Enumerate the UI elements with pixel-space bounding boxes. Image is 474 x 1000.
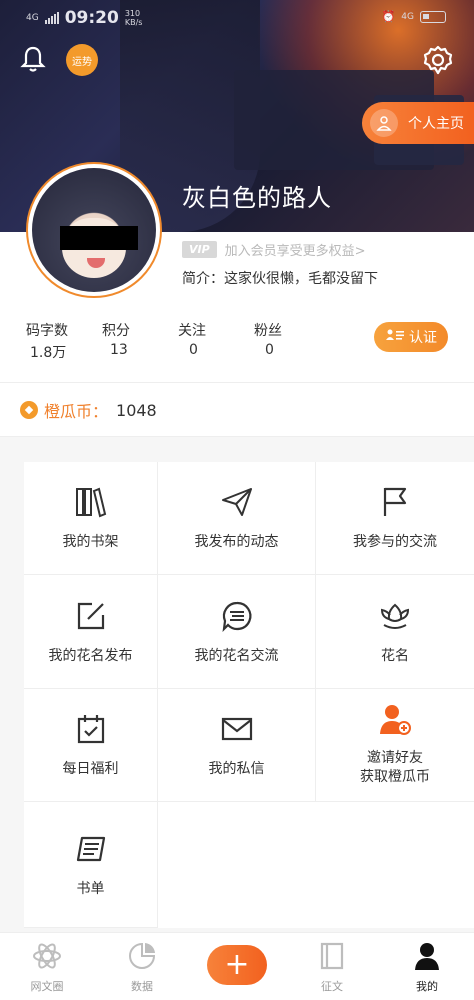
network-speed: 310 KB/s — [124, 9, 143, 27]
calendar-check-icon — [74, 712, 108, 746]
stat-value: 0 — [265, 342, 274, 358]
bell-icon[interactable] — [18, 44, 48, 74]
alarm-icon: ⏰ — [381, 10, 396, 23]
menu-invite-friends[interactable]: 邀请好友 获取橙瓜币 — [316, 689, 474, 802]
tab-web-literature-circle[interactable]: 网文圈 — [17, 941, 77, 994]
invite-user-icon — [378, 703, 412, 737]
coin-value: 1048 — [116, 400, 157, 420]
coin-balance[interactable]: 橙瓜币： 1048 — [20, 398, 157, 422]
edit-square-icon — [74, 599, 108, 633]
atom-icon — [32, 941, 62, 974]
stat-label: 码字数 — [26, 323, 68, 339]
username: 灰白色的路人 — [182, 184, 332, 212]
menu-label: 我的书架 — [62, 534, 119, 550]
envelope-icon — [220, 712, 254, 746]
tab-label: 我的 — [416, 980, 438, 993]
certify-button[interactable]: 认证 — [374, 322, 448, 352]
paper-plane-icon — [220, 485, 254, 519]
menu-pen-name[interactable]: 花名 — [316, 575, 474, 689]
stat-following[interactable]: 关注 0 — [178, 320, 254, 362]
lotus-icon — [378, 599, 412, 633]
menu-label: 书单 — [76, 880, 105, 897]
create-plus-button[interactable]: + — [207, 945, 267, 985]
menu-label: 我参与的交流 — [353, 534, 437, 550]
menu-book-list[interactable]: 书单 — [24, 802, 158, 928]
menu-grid: 我的书架 我发布的动态 我参与的交流 我的花名发布 我的花名交流 花名 每日福利… — [24, 462, 474, 928]
personal-homepage-label: 个人主页 — [408, 116, 464, 132]
stat-label: 关注 — [178, 323, 206, 339]
stats-row: 码字数 1.8万 积分 13 关注 0 粉丝 0 — [26, 320, 330, 362]
menu-empty-cell — [158, 802, 316, 928]
id-card-icon — [385, 328, 405, 346]
menu-my-discussions[interactable]: 我参与的交流 — [316, 462, 474, 575]
stat-value: 0 — [189, 342, 198, 358]
battery-icon — [420, 10, 446, 23]
user-outline-icon — [370, 109, 398, 137]
menu-my-posts[interactable]: 我发布的动态 — [158, 462, 316, 575]
vip-tag: VIP — [182, 241, 217, 258]
menu-label: 我的花名交流 — [194, 647, 279, 664]
stat-label: 粉丝 — [254, 323, 282, 339]
network-label: 4G — [26, 13, 39, 23]
right-network-label: 4G — [401, 11, 414, 22]
tab-contest[interactable]: 征文 — [302, 941, 362, 994]
tab-label: 征文 — [321, 980, 343, 993]
menu-label: 花名 — [381, 647, 409, 664]
signal-icon — [44, 12, 59, 24]
menu-my-pen-name-posts[interactable]: 我的花名发布 — [24, 575, 158, 689]
stat-value: 1.8万 — [30, 345, 67, 361]
menu-daily-rewards[interactable]: 每日福利 — [24, 689, 158, 802]
stat-label: 积分 — [102, 323, 130, 339]
coin-icon — [20, 401, 38, 419]
user-icon — [412, 941, 442, 974]
coin-label: 橙瓜币： — [44, 402, 109, 421]
settings-gear-icon[interactable] — [422, 44, 454, 76]
stat-words[interactable]: 码字数 1.8万 — [26, 320, 102, 362]
stat-points[interactable]: 积分 13 — [102, 320, 178, 362]
bookshelf-icon — [74, 485, 108, 519]
menu-empty-cell — [316, 802, 474, 928]
menu-my-bookshelf[interactable]: 我的书架 — [24, 462, 158, 575]
avatar[interactable] — [26, 162, 162, 298]
tab-data[interactable]: 数据 — [112, 941, 172, 994]
menu-private-messages[interactable]: 我的私信 — [158, 689, 316, 802]
menu-label: 我的花名发布 — [48, 647, 133, 664]
divider — [0, 382, 474, 383]
book-list-icon — [74, 832, 108, 866]
menu-my-pen-name-discussions[interactable]: 我的花名交流 — [158, 575, 316, 689]
menu-label: 我发布的动态 — [194, 534, 279, 550]
menu-label: 邀请好友 获取橙瓜币 — [360, 750, 430, 785]
tab-label: 数据 — [131, 980, 153, 993]
bio-text: 简介：这家伙很懒，毛都没留下 — [182, 271, 378, 287]
menu-label: 每日福利 — [62, 761, 119, 777]
personal-homepage-button[interactable]: 个人主页 — [362, 102, 474, 144]
stat-fans[interactable]: 粉丝 0 — [254, 320, 330, 362]
stat-value: 13 — [110, 342, 128, 358]
flag-icon — [378, 485, 412, 519]
menu-label: 我的私信 — [208, 761, 265, 777]
pie-chart-icon — [127, 941, 157, 974]
chat-bubble-icon — [220, 599, 254, 633]
vip-promo[interactable]: VIP 加入会员享受更多权益> — [182, 240, 366, 259]
book-icon — [317, 941, 347, 974]
certify-label: 认证 — [409, 330, 437, 346]
tab-mine[interactable]: 我的 — [397, 941, 457, 994]
vip-promo-text: 加入会员享受更多权益> — [224, 244, 366, 259]
fortune-badge[interactable]: 运势 — [66, 44, 98, 76]
status-bar: 4G 09:20 310 KB/s ⏰ 4G — [0, 0, 474, 36]
tab-label: 网文圈 — [30, 980, 64, 993]
clock: 09:20 — [64, 8, 119, 28]
